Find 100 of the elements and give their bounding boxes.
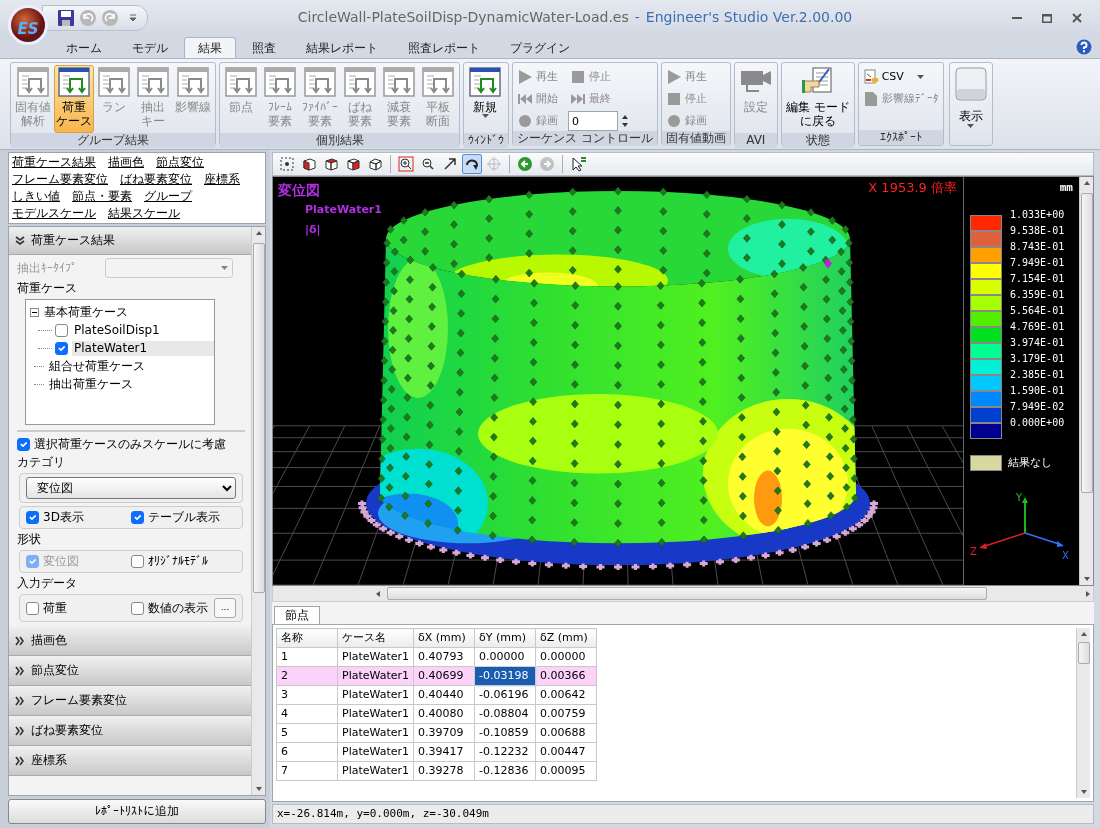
record-icon: [517, 113, 533, 129]
scrollbar-thumb[interactable]: [1080, 193, 1093, 493]
diagonal-arrow-icon: [442, 156, 458, 172]
panel-link[interactable]: モデルスケール: [12, 206, 96, 220]
checkbox[interactable]: [55, 341, 68, 355]
stop-icon: [665, 91, 682, 107]
table-cell: 0.39417: [413, 742, 475, 762]
checkbox[interactable]: [131, 601, 144, 615]
table-cell: 0.00000: [535, 647, 597, 667]
checkbox[interactable]: [131, 555, 144, 568]
tree-item[interactable]: PlateWater1: [72, 340, 214, 356]
tree-item[interactable]: 抽出荷重ケース: [47, 376, 214, 392]
more-button[interactable]: ...: [214, 598, 236, 618]
chart-window-icon: [225, 67, 257, 97]
ribbon-tab[interactable]: 結果レポート: [292, 37, 392, 58]
checkbox[interactable]: [26, 511, 39, 524]
panel-link[interactable]: グループ: [144, 189, 192, 203]
panel-link[interactable]: しきい値: [12, 189, 60, 203]
table-cell: -0.08804: [474, 704, 536, 724]
vertical-scrollbar[interactable]: [1076, 628, 1090, 798]
scrollbar-thumb[interactable]: [387, 587, 987, 600]
document-icon: [862, 91, 879, 107]
help-icon: [1076, 39, 1092, 55]
section-header[interactable]: 座標系: [9, 746, 251, 776]
add-to-report-button[interactable]: ﾚﾎﾟｰﾄﾘｽﾄに追加: [8, 799, 266, 824]
field-label: 荷重ケース: [17, 281, 78, 296]
group-label: 個別結果: [220, 133, 459, 148]
dropdown-field[interactable]: 変位図: [26, 477, 236, 499]
section-header[interactable]: ばね要素変位: [9, 716, 251, 746]
panel-link[interactable]: 描画色: [108, 155, 144, 169]
scrollbar-thumb[interactable]: [252, 243, 265, 593]
ribbon-tab[interactable]: プラグイン: [496, 37, 584, 58]
table-tab[interactable]: 節点: [274, 606, 320, 624]
ribbon-tab[interactable]: ホーム: [52, 37, 116, 58]
checkbox[interactable]: [17, 438, 30, 451]
ribbon-button[interactable]: 荷重 ケース: [54, 65, 94, 133]
ribbon-button[interactable]: CSV: [860, 67, 941, 87]
tree-item[interactable]: 基本荷重ケース: [42, 304, 214, 320]
cube-icon: [345, 156, 361, 172]
table-cell: 0.00447: [535, 742, 597, 762]
checkbox[interactable]: [131, 511, 144, 524]
save-button[interactable]: [57, 9, 75, 27]
table-cell: PlateWater1: [337, 704, 414, 724]
panel-link[interactable]: フレーム要素変位: [12, 172, 108, 186]
table-cell: -0.12836: [474, 761, 536, 781]
legend-value: 2.385E-01: [1010, 367, 1065, 382]
column-header[interactable]: δY (mm): [474, 628, 536, 648]
tree-item[interactable]: 組合せ荷重ケース: [47, 358, 214, 374]
panel-link[interactable]: 節点・要素: [72, 189, 132, 203]
toolbar-button[interactable]: [396, 154, 416, 174]
chart-window-icon: [58, 67, 90, 97]
ribbon-button[interactable]: 編集 モード に戻る: [783, 65, 852, 133]
chart-window-icon: [344, 67, 376, 97]
checkbox[interactable]: [26, 601, 39, 615]
zoom-out-icon: [420, 156, 436, 172]
help-button[interactable]: [1076, 39, 1092, 55]
ribbon-tab[interactable]: 照査: [238, 37, 290, 58]
chart-window-icon: [304, 67, 336, 97]
legend-value: 1.590E-01: [1010, 383, 1065, 398]
table-cell: -0.03198: [474, 666, 536, 686]
tree-item[interactable]: PlateSoilDisp1: [72, 322, 214, 338]
group-label: 状態: [781, 133, 854, 148]
table-cell: 4: [276, 704, 338, 724]
file-export-icon: [862, 69, 879, 85]
display-button[interactable]: 表示: [948, 62, 993, 146]
panel-link[interactable]: 荷重ケース結果: [12, 155, 96, 169]
section-header[interactable]: 荷重ケース結果: [9, 227, 251, 255]
column-header[interactable]: 名称: [276, 628, 338, 648]
section-header[interactable]: 節点変位: [9, 656, 251, 686]
vertical-scrollbar[interactable]: [1079, 177, 1093, 585]
ribbon-button[interactable]: 新規: [466, 65, 504, 133]
table-cell: 0.40080: [413, 704, 475, 724]
scrollbar-thumb[interactable]: [1077, 642, 1090, 664]
chart-window-icon: [469, 67, 501, 97]
spin-field[interactable]: 0: [568, 111, 618, 131]
group-label: シーケンス コントロール: [513, 131, 657, 146]
toolbar-button[interactable]: [462, 154, 482, 174]
column-header[interactable]: δZ (mm): [535, 628, 597, 648]
case-name: PlateWater1: [305, 203, 382, 217]
panel-link[interactable]: 結果スケール: [108, 206, 180, 220]
section-header[interactable]: フレーム要素変位: [9, 686, 251, 716]
legend-value: 0.000E+00: [1010, 415, 1065, 430]
customize-button[interactable]: [129, 14, 137, 22]
column-header[interactable]: δX (mm): [413, 628, 475, 648]
column-header[interactable]: ケース名: [337, 628, 414, 648]
panel-link[interactable]: 節点変位: [156, 155, 204, 169]
legend-value: 3.179E-01: [1010, 351, 1065, 366]
table-cell: PlateWater1: [337, 685, 414, 705]
ribbon-tab[interactable]: モデル: [118, 37, 182, 58]
horizontal-scrollbar[interactable]: [272, 586, 1094, 602]
panel-link[interactable]: ばね要素変位: [120, 172, 192, 186]
table-cell: 0.39278: [413, 761, 475, 781]
toolbar-button[interactable]: [277, 154, 297, 174]
checkbox-label: 変位図: [43, 554, 79, 569]
vertical-scrollbar[interactable]: [251, 227, 265, 795]
ribbon-tab[interactable]: 結果: [184, 37, 236, 58]
checkbox[interactable]: [55, 323, 68, 337]
panel-link[interactable]: 座標系: [204, 172, 240, 186]
section-header[interactable]: 描画色: [9, 626, 251, 656]
ribbon-tab[interactable]: 照査レポート: [394, 37, 494, 58]
